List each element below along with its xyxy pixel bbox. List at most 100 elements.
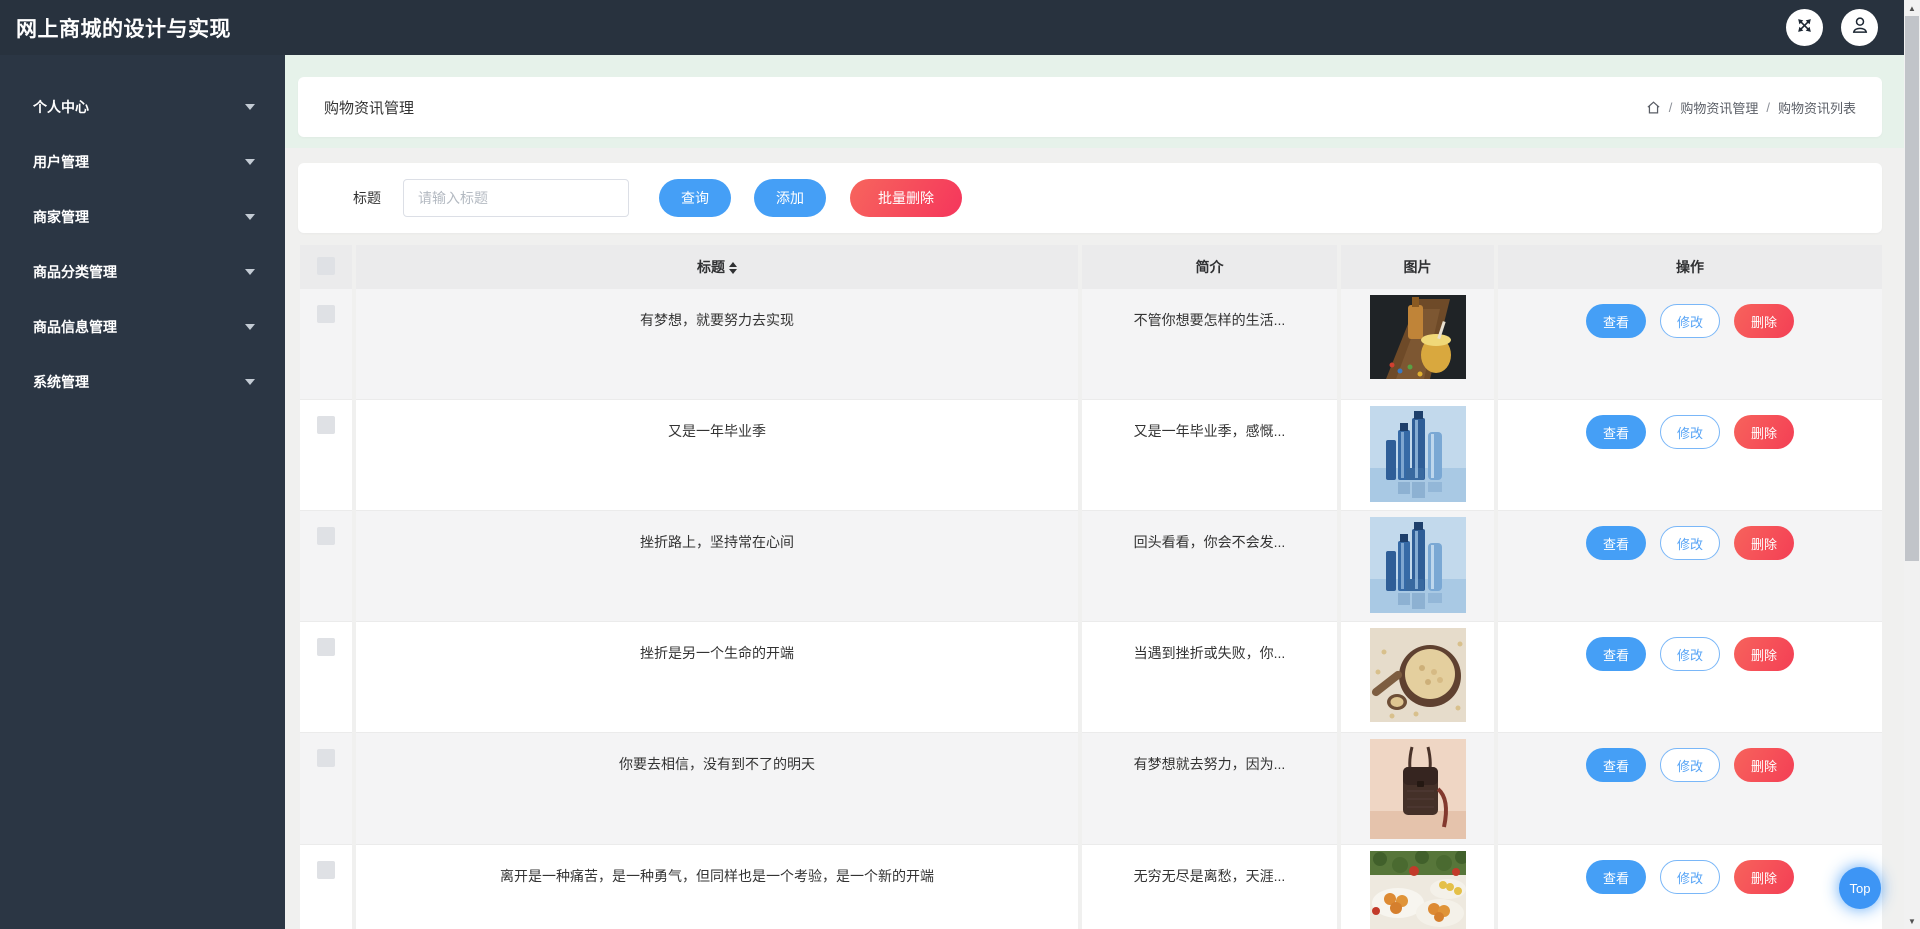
news-table-wrap: 标题 简介 图片 操作 有梦想，就要努力去实现 不管你想要怎样的生活... 查看… — [296, 245, 1886, 929]
news-title: 又是一年毕业季 — [668, 423, 766, 439]
table-row: 挫折是另一个生命的开端 当遇到挫折或失败，你... 查看 修改 删除 — [300, 622, 1882, 733]
sidebar-item-label: 用户管理 — [33, 153, 89, 170]
top-bar: 网上商城的设计与实现 — [0, 0, 1904, 55]
sidebar-item-label: 商品分类管理 — [33, 263, 117, 280]
back-to-top-button[interactable]: Top — [1839, 867, 1881, 909]
row-checkbox[interactable] — [317, 749, 335, 767]
delete-button[interactable]: 删除 — [1734, 860, 1794, 894]
column-header-title[interactable]: 标题 — [356, 245, 1078, 289]
news-intro: 又是一年毕业季，感慨... — [1133, 423, 1286, 439]
breadcrumb-item[interactable]: 购物资讯列表 — [1778, 98, 1856, 117]
sidebar-item[interactable]: 个人中心 — [0, 79, 285, 134]
view-button[interactable]: 查看 — [1586, 526, 1646, 560]
sort-icon — [729, 262, 737, 275]
page-scrollbar[interactable]: ▲ ▼ — [1904, 0, 1920, 929]
news-image — [1369, 628, 1466, 722]
search-label: 标题 — [353, 190, 381, 206]
news-intro: 回头看看，你会不会发... — [1133, 534, 1286, 550]
column-header-actions: 操作 — [1498, 245, 1882, 289]
user-icon — [1850, 15, 1870, 40]
row-checkbox[interactable] — [317, 861, 335, 879]
column-header-image: 图片 — [1341, 245, 1494, 289]
edit-button[interactable]: 修改 — [1660, 526, 1720, 560]
sidebar-menu: 个人中心用户管理商家管理商品分类管理 商品信息管理 系统管理 — [0, 79, 285, 409]
row-checkbox[interactable] — [317, 638, 335, 656]
edit-button[interactable]: 修改 — [1660, 637, 1720, 671]
news-table: 标题 简介 图片 操作 有梦想，就要努力去实现 不管你想要怎样的生活... 查看… — [296, 245, 1886, 929]
page-title: 购物资讯管理 — [324, 99, 415, 117]
select-all-checkbox[interactable] — [317, 256, 335, 275]
table-row: 挫折路上，坚持常在心间 回头看看，你会不会发... 查看 修改 删除 — [300, 511, 1882, 622]
app-title: 网上商城的设计与实现 — [16, 17, 231, 41]
delete-button[interactable]: 删除 — [1734, 526, 1794, 560]
sidebar-item[interactable]: 用户管理 — [0, 134, 285, 189]
delete-button[interactable]: 删除 — [1734, 637, 1794, 671]
home-icon[interactable] — [1646, 100, 1661, 115]
chevron-down-icon — [245, 323, 255, 330]
row-checkbox[interactable] — [317, 527, 335, 545]
row-checkbox[interactable] — [317, 305, 335, 323]
news-image — [1369, 295, 1466, 379]
view-button[interactable]: 查看 — [1586, 748, 1646, 782]
sidebar-item-label: 商家管理 — [33, 208, 89, 225]
chevron-down-icon — [245, 268, 255, 275]
news-title: 挫折是另一个生命的开端 — [640, 645, 794, 661]
sidebar-item-label: 个人中心 — [33, 98, 89, 115]
sidebar: 个人中心用户管理商家管理商品分类管理 商品信息管理 系统管理 — [0, 55, 285, 929]
main-content: 购物资讯管理 / 购物资讯管理 / 购物资讯列表 标题 查询 添加 批量删除 — [285, 55, 1904, 929]
delete-button[interactable]: 删除 — [1734, 304, 1794, 338]
sidebar-item[interactable]: 系统管理 — [0, 354, 285, 409]
fullscreen-button[interactable] — [1786, 9, 1823, 46]
news-image — [1369, 517, 1466, 613]
breadcrumb: / 购物资讯管理 / 购物资讯列表 — [1646, 98, 1856, 117]
query-button[interactable]: 查询 — [659, 179, 731, 217]
news-title: 挫折路上，坚持常在心间 — [640, 534, 794, 550]
view-button[interactable]: 查看 — [1586, 415, 1646, 449]
select-all-cell — [300, 245, 352, 289]
title-search-input[interactable] — [403, 179, 629, 217]
column-header-intro: 简介 — [1082, 245, 1337, 289]
view-button[interactable]: 查看 — [1586, 860, 1646, 894]
sidebar-item-label: 商品信息管理 — [33, 318, 117, 335]
chevron-down-icon — [245, 213, 255, 220]
table-row: 又是一年毕业季 又是一年毕业季，感慨... 查看 修改 删除 — [300, 400, 1882, 511]
add-button[interactable]: 添加 — [754, 179, 826, 217]
news-intro: 无穷无尽是离愁，天涯... — [1133, 868, 1286, 884]
table-header-row: 标题 简介 图片 操作 — [300, 245, 1882, 289]
news-title: 离开是一种痛苦，是一种勇气，但同样也是一个考验，是一个新的开端 — [500, 868, 934, 884]
news-title: 你要去相信，没有到不了的明天 — [619, 756, 815, 772]
sidebar-item[interactable]: 商品信息管理 — [0, 299, 285, 354]
news-intro: 有梦想就去努力，因为... — [1133, 756, 1286, 772]
table-row: 离开是一种痛苦，是一种勇气，但同样也是一个考验，是一个新的开端 无穷无尽是离愁，… — [300, 845, 1882, 929]
sidebar-item-label: 系统管理 — [33, 373, 89, 390]
edit-button[interactable]: 修改 — [1660, 860, 1720, 894]
user-menu-button[interactable] — [1841, 9, 1878, 46]
chevron-down-icon — [245, 378, 255, 385]
news-image — [1369, 739, 1466, 839]
table-row: 你要去相信，没有到不了的明天 有梦想就去努力，因为... 查看 修改 删除 — [300, 733, 1882, 845]
chevron-down-icon — [245, 103, 255, 110]
delete-button[interactable]: 删除 — [1734, 415, 1794, 449]
news-image — [1369, 851, 1466, 929]
scrollbar-thumb[interactable] — [1905, 16, 1919, 561]
scroll-down-arrow-icon[interactable]: ▼ — [1904, 913, 1920, 929]
news-intro: 不管你想要怎样的生活... — [1133, 312, 1286, 328]
scroll-up-arrow-icon[interactable]: ▲ — [1904, 0, 1920, 16]
view-button[interactable]: 查看 — [1586, 304, 1646, 338]
table-body: 有梦想，就要努力去实现 不管你想要怎样的生活... 查看 修改 删除 又是一年毕… — [300, 289, 1882, 929]
sidebar-item[interactable]: 商品分类管理 — [0, 244, 285, 299]
row-checkbox[interactable] — [317, 416, 335, 434]
edit-button[interactable]: 修改 — [1660, 748, 1720, 782]
batch-delete-button[interactable]: 批量删除 — [850, 179, 962, 217]
news-intro: 当遇到挫折或失败，你... — [1133, 645, 1286, 661]
delete-button[interactable]: 删除 — [1734, 748, 1794, 782]
news-title: 有梦想，就要努力去实现 — [640, 312, 794, 328]
view-button[interactable]: 查看 — [1586, 637, 1646, 671]
chevron-down-icon — [245, 158, 255, 165]
edit-button[interactable]: 修改 — [1660, 304, 1720, 338]
sidebar-item[interactable]: 商家管理 — [0, 189, 285, 244]
topbar-icons — [1786, 9, 1878, 46]
edit-button[interactable]: 修改 — [1660, 415, 1720, 449]
search-toolbar: 标题 查询 添加 批量删除 — [298, 163, 1882, 233]
breadcrumb-item[interactable]: 购物资讯管理 — [1680, 98, 1758, 117]
